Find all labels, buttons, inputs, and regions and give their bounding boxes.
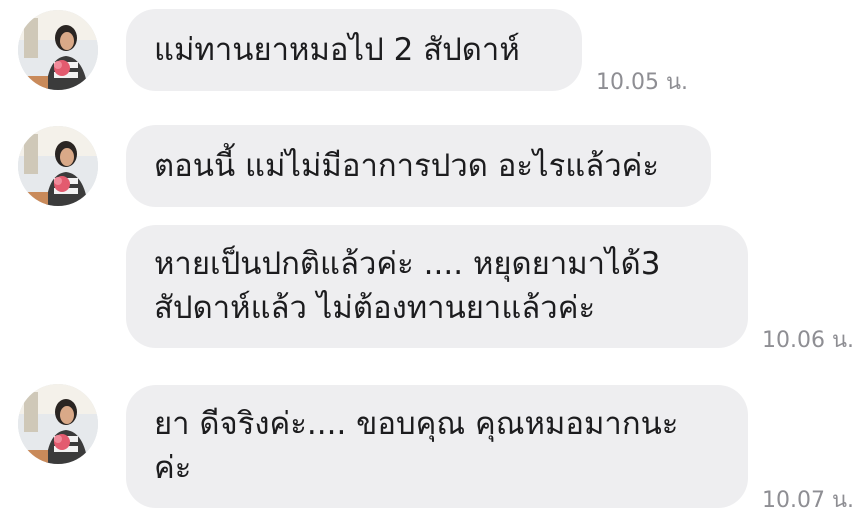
message-text-line: ค่ะ [154, 450, 192, 486]
message-timestamp: 10.05 น. [596, 70, 689, 95]
message-text-line: ยา ดีจริงค่ะ.... ขอบคุณ คุณหมอมากนะ [154, 406, 679, 442]
message-timestamp: 10.06 น. [762, 328, 855, 353]
chat-thread: แม่ทานยาหมอไป 2 สัปดาห์ 10.05 น. ตอนนี้ … [0, 0, 868, 523]
message-text-line: สัปดาห์แล้ว ไม่ต้องทานยาแล้วค่ะ [154, 290, 596, 326]
message-timestamp: 10.07 น. [762, 488, 855, 513]
message-bubble[interactable]: หายเป็นปกติแล้วค่ะ .... หยุดยามาได้3 สัป… [126, 225, 748, 348]
user-avatar-icon [18, 10, 98, 90]
message-bubble[interactable]: ยา ดีจริงค่ะ.... ขอบคุณ คุณหมอมากนะ ค่ะ [126, 385, 748, 508]
message-bubble[interactable]: แม่ทานยาหมอไป 2 สัปดาห์ [126, 9, 582, 91]
sender-avatar[interactable] [18, 384, 98, 464]
sender-avatar[interactable] [18, 10, 98, 90]
user-avatar-icon [18, 384, 98, 464]
message-text: แม่ทานยาหมอไป 2 สัปดาห์ [154, 32, 520, 68]
message-text: ตอนนี้ แม่ไม่มีอาการปวด อะไรแล้วค่ะ [154, 148, 660, 184]
sender-avatar[interactable] [18, 126, 98, 206]
message-bubble[interactable]: ตอนนี้ แม่ไม่มีอาการปวด อะไรแล้วค่ะ [126, 125, 711, 207]
user-avatar-icon [18, 126, 98, 206]
message-text-line: หายเป็นปกติแล้วค่ะ .... หยุดยามาได้3 [154, 246, 661, 282]
